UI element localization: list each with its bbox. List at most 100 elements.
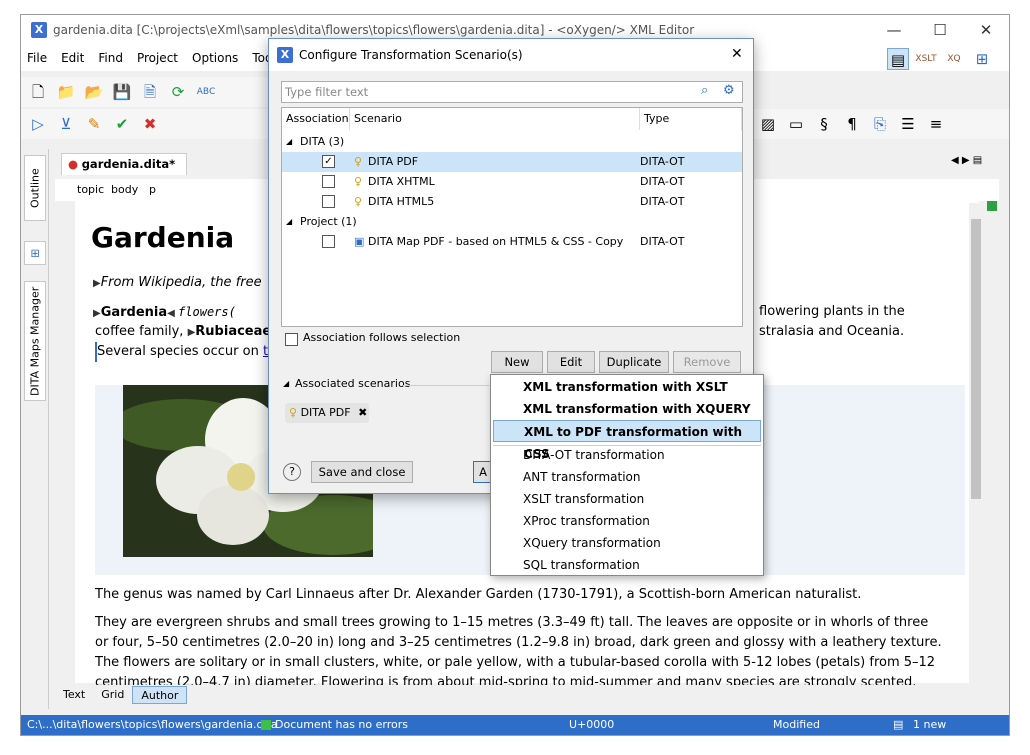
map-icon: ▣: [354, 235, 365, 248]
xquery-debugger-icon[interactable]: XQ: [943, 48, 965, 70]
modified-dot-icon: ●: [68, 157, 79, 171]
menu-item-xslt-transformation[interactable]: XSLT transformation: [493, 488, 761, 510]
grid-view-icon[interactable]: ⊞: [24, 241, 46, 265]
save-all-icon[interactable]: 🗎: [139, 81, 161, 103]
status-messages[interactable]: 1 new message(s): [913, 715, 1009, 755]
status-errors[interactable]: Document has no errors: [275, 715, 408, 735]
close-window-button[interactable]: ✕: [963, 15, 1009, 45]
col-association[interactable]: Association: [282, 108, 350, 130]
status-modified: Modified: [773, 718, 820, 731]
section-icon[interactable]: §: [813, 113, 835, 135]
help-button[interactable]: ?: [283, 463, 301, 481]
menu-item-ant[interactable]: ANT transformation: [493, 466, 761, 488]
new-button[interactable]: New: [491, 351, 543, 373]
dialog-close-button[interactable]: ✕: [731, 46, 743, 62]
row-checkbox[interactable]: [322, 175, 335, 188]
menu-item-xml-to-pdf-css[interactable]: XML to PDF transformation with CSS: [493, 420, 761, 461]
scenario-row[interactable]: ♀ DITA XHTML DITA-OT: [282, 172, 742, 192]
para1-tail: flowering plants in the: [759, 304, 905, 319]
para3-line1: They are evergreen shrubs and small tree…: [95, 615, 929, 630]
settings-gear-icon[interactable]: ⚙: [723, 83, 735, 98]
tab-scroll-icons[interactable]: ◀ ▶ ▤: [951, 155, 982, 166]
search-icon[interactable]: ⌕: [701, 83, 708, 98]
duplicate-button[interactable]: Duplicate: [599, 351, 669, 373]
scenario-type: DITA-OT: [640, 235, 685, 248]
edit-button[interactable]: Edit: [547, 351, 595, 373]
xslt-debugger-icon[interactable]: XSLT: [915, 48, 937, 70]
maximize-button[interactable]: ☐: [917, 15, 963, 45]
save-and-close-button[interactable]: Save and close: [311, 461, 413, 483]
breadcrumb-p[interactable]: p: [149, 183, 156, 196]
menu-item-xquery[interactable]: XML transformation with XQUERY: [493, 398, 761, 420]
apply-transformation-icon[interactable]: ▷: [27, 113, 49, 135]
tab-author[interactable]: Author: [132, 686, 188, 704]
remove-button[interactable]: Remove: [673, 351, 741, 373]
insert-xref-icon[interactable]: ⎘: [869, 113, 891, 135]
tab-grid[interactable]: Grid: [93, 686, 132, 704]
validate-icon[interactable]: ✔: [111, 113, 133, 135]
menu-options[interactable]: Options: [192, 51, 238, 65]
editor-mode-tabs: Text Grid Author: [55, 685, 999, 705]
remove-chip-icon[interactable]: ✖: [358, 406, 367, 419]
outline-tab[interactable]: Outline: [24, 155, 46, 221]
scenario-row[interactable]: ♀ DITA HTML5 DITA-OT: [282, 192, 742, 212]
minimize-button[interactable]: —: [871, 15, 917, 45]
collapse-associated-icon[interactable]: ◢: [283, 379, 289, 388]
tab-text[interactable]: Text: [55, 686, 93, 704]
col-type[interactable]: Type: [640, 108, 742, 130]
menu-find[interactable]: Find: [98, 51, 123, 65]
scenario-row[interactable]: ✓ ♀ DITA PDF DITA-OT: [282, 152, 742, 172]
paragraph-icon[interactable]: ¶: [841, 113, 863, 135]
filter-icon[interactable]: ⊻: [55, 113, 77, 135]
database-perspective-icon[interactable]: ⊞: [971, 48, 993, 70]
menu-item-sql[interactable]: SQL transformation: [493, 554, 761, 576]
reload-icon[interactable]: ⟳: [167, 81, 189, 103]
group-project[interactable]: ◢ Project (1): [282, 212, 742, 232]
status-bar: C:\...\dita\flowers\topics\flowers\garde…: [21, 715, 1009, 751]
vertical-scrollbar[interactable]: [969, 203, 983, 683]
row-checkbox[interactable]: [322, 195, 335, 208]
row-checkbox[interactable]: ✓: [322, 155, 335, 168]
open-url-icon[interactable]: 📂: [83, 81, 105, 103]
scenario-name: DITA PDF: [368, 155, 419, 168]
reset-icon[interactable]: ✖: [139, 113, 161, 135]
menu-item-xquery-transformation[interactable]: XQuery transformation: [493, 532, 761, 554]
scenario-row[interactable]: ▣ DITA Map PDF - based on HTML5 & CSS - …: [282, 232, 742, 252]
dialog-logo-icon: X: [277, 47, 293, 63]
key-icon: ♀: [354, 155, 363, 168]
bulleted-list-icon[interactable]: ≡: [925, 113, 947, 135]
validation-ok-marker: [987, 201, 997, 211]
tab-label: gardenia.dita*: [81, 157, 176, 171]
numbered-list-icon[interactable]: ☰: [897, 113, 919, 135]
breadcrumb-topic[interactable]: topic: [77, 183, 104, 196]
breadcrumb-body[interactable]: body: [111, 183, 138, 196]
messages-icon[interactable]: ▤: [893, 715, 903, 735]
scrollbar-thumb[interactable]: [971, 219, 981, 499]
insert-media-icon[interactable]: ▭: [785, 113, 807, 135]
toolbar-file: 🗋 📁 📂 💾 🗎 ⟳ ABC: [21, 77, 271, 107]
key-icon: ♀: [289, 406, 298, 419]
new-file-icon[interactable]: 🗋: [27, 81, 49, 103]
dita-maps-manager-tab[interactable]: DITA Maps Manager: [24, 281, 46, 401]
menu-file[interactable]: File: [27, 51, 47, 65]
filter-input[interactable]: Type filter text: [281, 81, 743, 103]
app-logo-icon: X: [31, 22, 47, 38]
window-title: gardenia.dita [C:\projects\eXml\samples\…: [53, 23, 695, 37]
editor-perspective-icon[interactable]: ▤: [887, 48, 909, 70]
group-dita[interactable]: ◢ DITA (3): [282, 132, 742, 152]
insert-image-icon[interactable]: ▨: [757, 113, 779, 135]
menu-item-xproc[interactable]: XProc transformation: [493, 510, 761, 532]
save-icon[interactable]: 💾: [111, 81, 133, 103]
association-follows-checkbox[interactable]: [285, 333, 298, 346]
row-checkbox[interactable]: [322, 235, 335, 248]
menu-item-xslt[interactable]: XML transformation with XSLT: [493, 376, 761, 398]
menu-project[interactable]: Project: [137, 51, 178, 65]
track-changes-icon[interactable]: ✎: [83, 113, 105, 135]
col-scenario[interactable]: Scenario: [350, 108, 640, 130]
spellcheck-icon[interactable]: ABC: [195, 81, 217, 103]
tab-gardenia[interactable]: ● gardenia.dita* ✕: [61, 153, 187, 191]
associated-chip[interactable]: ♀ DITA PDF ✖: [285, 403, 369, 423]
menu-edit[interactable]: Edit: [61, 51, 84, 65]
menu-item-dita-ot[interactable]: DITA-OT transformation: [493, 444, 761, 466]
open-folder-icon[interactable]: 📁: [55, 81, 77, 103]
